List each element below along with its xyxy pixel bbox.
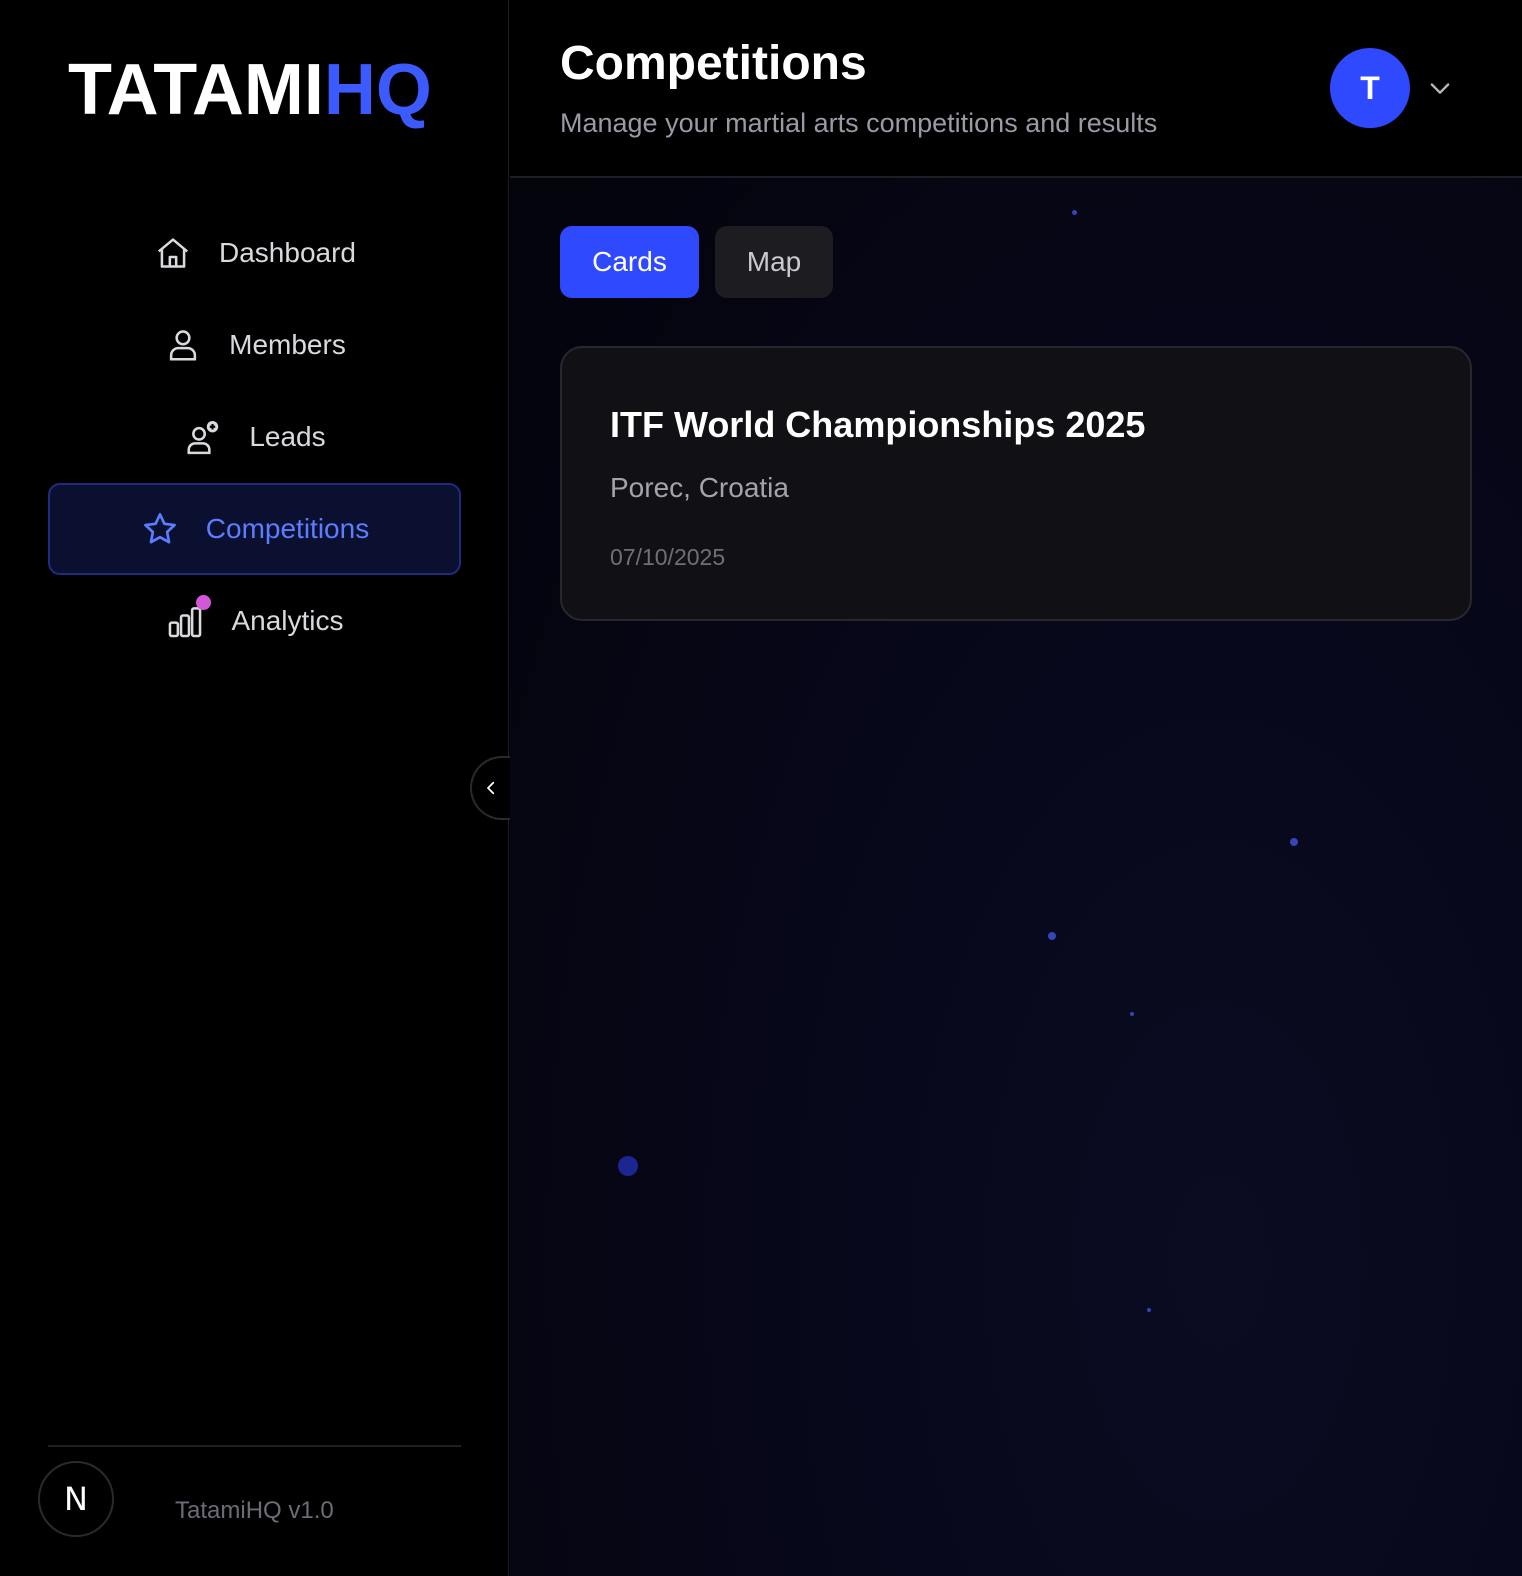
sidebar-item-label: Members xyxy=(229,329,346,360)
brand-logo[interactable]: TATAMIHQ xyxy=(68,48,432,132)
sidebar-item-analytics[interactable]: Analytics xyxy=(48,575,461,667)
brand-logo-part1: TATAMI xyxy=(68,50,324,130)
tab-map[interactable]: Map xyxy=(715,226,833,298)
page-subtitle: Manage your martial arts competitions an… xyxy=(560,108,1158,138)
sidebar-item-dashboard[interactable]: Dashboard xyxy=(48,207,461,299)
tab-cards[interactable]: Cards xyxy=(560,226,699,298)
background-particle xyxy=(1130,1012,1134,1016)
bar-chart-icon xyxy=(165,595,212,641)
chevron-down-icon[interactable] xyxy=(1426,74,1454,102)
background-particle xyxy=(1048,932,1056,940)
competition-card[interactable]: ITF World Championships 2025 Porec, Croa… xyxy=(560,346,1472,621)
sidebar-item-label: Analytics xyxy=(231,605,344,636)
sidebar: TATAMIHQ Dashboard Members Leads Competi… xyxy=(0,0,510,1576)
competition-location: Porec, Croatia xyxy=(610,472,789,503)
sidebar-item-members[interactable]: Members xyxy=(48,299,461,391)
competition-date: 07/10/2025 xyxy=(610,544,726,570)
background-particle xyxy=(1072,210,1077,215)
sidebar-item-label: Leads xyxy=(249,421,326,452)
sidebar-item-label: Competitions xyxy=(205,513,370,544)
star-icon xyxy=(140,509,180,549)
sidebar-item-leads[interactable]: Leads xyxy=(48,391,461,483)
app-root: TATAMIHQ Dashboard Members Leads Competi… xyxy=(0,0,1522,1576)
competition-title: ITF World Championships 2025 xyxy=(610,404,1146,445)
avatar[interactable]: T xyxy=(1330,48,1410,128)
background-particle xyxy=(618,1156,638,1176)
chevron-left-icon xyxy=(487,781,495,795)
page-title: Competitions xyxy=(560,37,867,90)
user-icon xyxy=(163,325,203,365)
sidebar-divider xyxy=(48,1445,461,1447)
background-particle xyxy=(1147,1308,1151,1312)
version-label: TatamiHQ v1.0 xyxy=(175,1497,334,1524)
home-icon xyxy=(153,233,193,273)
sidebar-item-competitions[interactable]: Competitions xyxy=(48,483,461,575)
collapse-sidebar-button[interactable] xyxy=(470,756,510,820)
brand-logo-part2: HQ xyxy=(323,50,432,130)
framework-badge[interactable]: N xyxy=(38,1461,114,1537)
notification-dot xyxy=(196,595,212,610)
user-plus-icon xyxy=(183,417,223,457)
main-content: Competitions Manage your martial arts co… xyxy=(510,0,1522,1576)
page-header: Competitions Manage your martial arts co… xyxy=(510,0,1522,178)
sidebar-item-label: Dashboard xyxy=(219,237,356,268)
background-particle xyxy=(1290,838,1298,846)
